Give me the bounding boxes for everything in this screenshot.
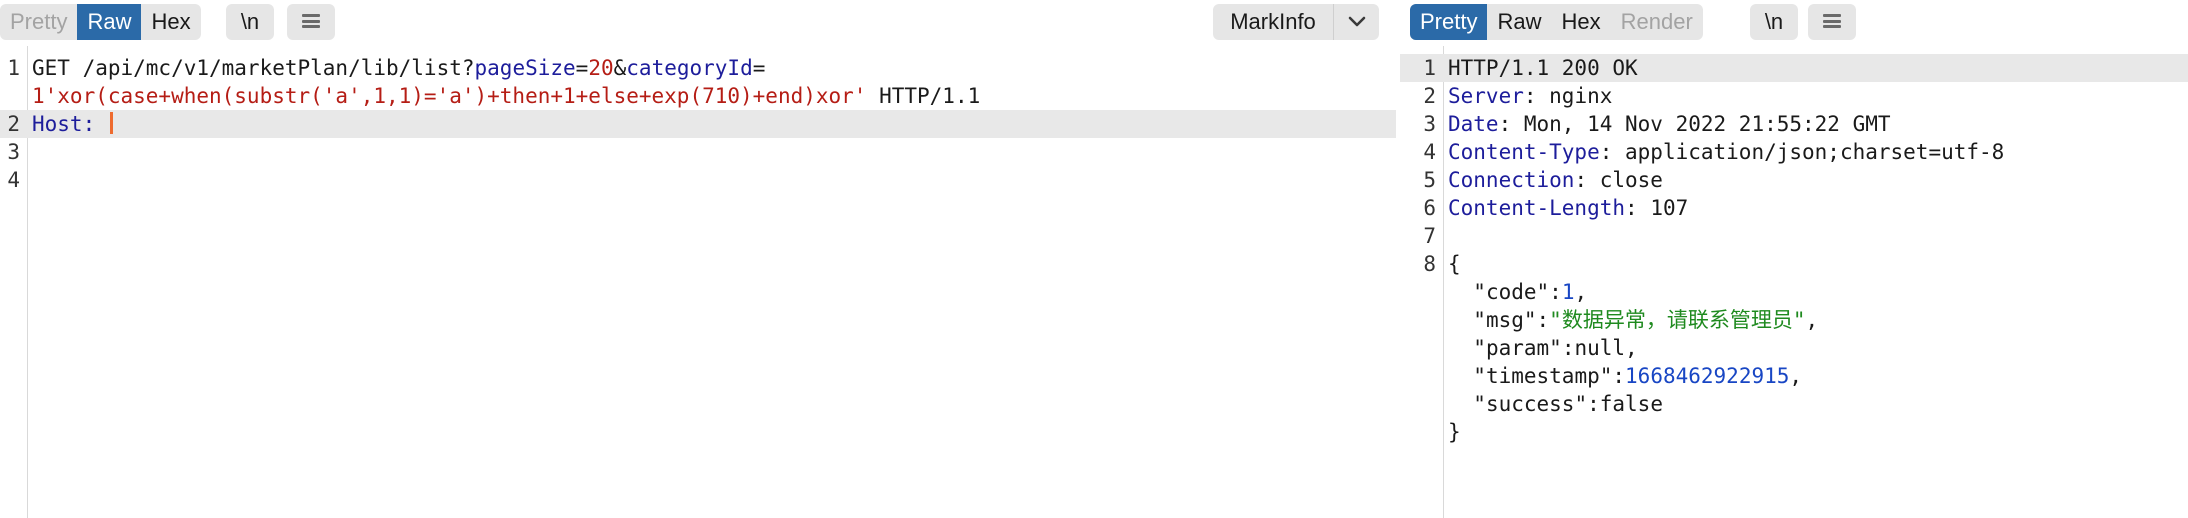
line-number: 6	[1423, 196, 1436, 220]
response-line-8: 8 {	[1400, 250, 2188, 278]
request-toolbar: Pretty Raw Hex \n MarkInfo	[0, 0, 1396, 46]
request-line-text: Host:	[32, 110, 113, 138]
request-tab-raw[interactable]: Raw	[77, 4, 142, 40]
response-tab-hex[interactable]: Hex	[1551, 4, 1610, 40]
response-editor[interactable]: 1 HTTP/1.1 200 OK 2 Server: nginx 3 Date…	[1400, 46, 2188, 518]
header-name: Content-Length	[1448, 196, 1626, 220]
request-line-text: 1'xor(case+when(substr('a',1,1)='a')+the…	[32, 82, 980, 110]
text-cursor	[109, 112, 113, 134]
query-ampersand: &	[613, 56, 627, 80]
markinfo-label[interactable]: MarkInfo	[1213, 4, 1333, 40]
header-value: 107	[1637, 196, 1689, 220]
status-line: HTTP/1.1 200 OK	[1448, 56, 1638, 80]
line-number: 2	[7, 112, 20, 136]
json-brace-open: {	[1448, 252, 1461, 276]
request-tab-pretty[interactable]: Pretty	[0, 4, 77, 40]
request-newline-toggle[interactable]: \n	[226, 4, 274, 40]
header-value: close	[1587, 168, 1663, 192]
response-line-5: 5 Connection: close	[1400, 166, 2188, 194]
line-number: 7	[1423, 224, 1436, 248]
json-value-number: 1	[1561, 280, 1575, 304]
query-param-name: categoryId	[626, 56, 753, 80]
response-pane: Pretty Raw Hex Render \n 1 HTTP/1.1 200 …	[1400, 0, 2188, 518]
response-tab-render[interactable]: Render	[1611, 4, 1703, 40]
header-value: application/json;charset=utf-8	[1612, 140, 2005, 164]
response-line-4: 4 Content-Type: application/json;charset…	[1400, 138, 2188, 166]
json-line-msg: "msg":"数据异常，请联系管理员",	[1473, 308, 1819, 332]
markinfo-dropdown[interactable]: MarkInfo	[1213, 4, 1379, 40]
json-value-null: null	[1574, 336, 1626, 360]
json-line-timestamp: "timestamp":1668462922915,	[1473, 364, 1803, 388]
line-number: 4	[1423, 140, 1436, 164]
request-line-1-wrap: 1'xor(case+when(substr('a',1,1)='a')+the…	[0, 82, 1396, 110]
header-name: Date	[1448, 112, 1499, 136]
line-number: 3	[1423, 112, 1436, 136]
request-line-text: GET /api/mc/v1/marketPlan/lib/list?pageS…	[32, 54, 765, 82]
json-line-param: "param":null,	[1473, 336, 1638, 360]
json-key: "msg"	[1473, 308, 1537, 332]
response-options-button[interactable]	[1808, 4, 1856, 40]
request-protocol: HTTP/1.1	[866, 84, 981, 108]
response-line-1: 1 HTTP/1.1 200 OK	[1400, 54, 2188, 82]
request-pane: Pretty Raw Hex \n MarkInfo 1 GET /api/mc…	[0, 0, 1396, 518]
hamburger-icon	[1823, 14, 1841, 29]
request-line-3: 3	[0, 138, 1396, 166]
line-number: 5	[1423, 168, 1436, 192]
response-toolbar: Pretty Raw Hex Render \n	[1400, 0, 2188, 46]
request-line-1: 1 GET /api/mc/v1/marketPlan/lib/list?pag…	[0, 54, 1396, 82]
line-number: 1	[1423, 56, 1436, 80]
response-tab-raw[interactable]: Raw	[1487, 4, 1551, 40]
line-number: 3	[7, 140, 20, 164]
request-method-path: GET /api/mc/v1/marketPlan/lib/list?	[32, 56, 475, 80]
response-line-3: 3 Date: Mon, 14 Nov 2022 21:55:22 GMT	[1400, 110, 2188, 138]
response-line-7: 7	[1400, 222, 2188, 250]
request-editor[interactable]: 1 GET /api/mc/v1/marketPlan/lib/list?pag…	[0, 46, 1396, 518]
json-key: "code"	[1473, 280, 1550, 304]
json-key: "timestamp"	[1473, 364, 1613, 388]
request-line-4: 4	[0, 166, 1396, 194]
response-newline-toggle[interactable]: \n	[1750, 4, 1798, 40]
markinfo-chevron[interactable]	[1333, 4, 1379, 40]
json-brace-close: }	[1448, 420, 1461, 444]
header-name: Connection	[1448, 168, 1575, 192]
json-line-success: "success":false	[1473, 392, 1663, 416]
response-line-6: 6 Content-Length: 107	[1400, 194, 2188, 222]
json-key: "success"	[1473, 392, 1588, 416]
header-value: Mon, 14 Nov 2022 21:55:22 GMT	[1511, 112, 1891, 136]
header-value: nginx	[1536, 84, 1613, 108]
header-name: Server	[1448, 84, 1524, 108]
request-options-button[interactable]	[287, 4, 335, 40]
line-number: 1	[7, 56, 20, 80]
query-equals: =	[752, 56, 766, 80]
hamburger-icon	[302, 14, 320, 29]
chevron-down-icon	[1348, 16, 1365, 27]
response-line-2: 2 Server: nginx	[1400, 82, 2188, 110]
json-value-boolean: false	[1599, 392, 1663, 416]
json-line-code: "code":1,	[1473, 280, 1588, 304]
json-key: "param"	[1473, 336, 1562, 360]
request-tab-hex[interactable]: Hex	[141, 4, 200, 40]
response-tab-pretty[interactable]: Pretty	[1410, 4, 1488, 40]
json-line-close: }	[1400, 418, 2188, 446]
response-view-tabs: Pretty Raw Hex Render	[1410, 4, 1703, 40]
header-name: Content-Type	[1448, 140, 1600, 164]
query-param-name: pageSize	[474, 56, 576, 80]
line-number: 4	[7, 168, 20, 192]
line-number: 8	[1423, 252, 1436, 276]
header-name: Host:	[32, 112, 96, 136]
query-param-value: 20	[588, 56, 614, 80]
query-equals: =	[575, 56, 589, 80]
json-value-number: 1668462922915	[1625, 364, 1790, 388]
query-param-value: 1'xor(case+when(substr('a',1,1)='a')+the…	[32, 84, 867, 108]
line-number: 2	[1423, 84, 1436, 108]
request-line-2: 2 Host:	[0, 110, 1396, 138]
json-value-string: "数据异常，请联系管理员"	[1549, 308, 1806, 332]
request-view-tabs: Pretty Raw Hex	[0, 4, 201, 40]
